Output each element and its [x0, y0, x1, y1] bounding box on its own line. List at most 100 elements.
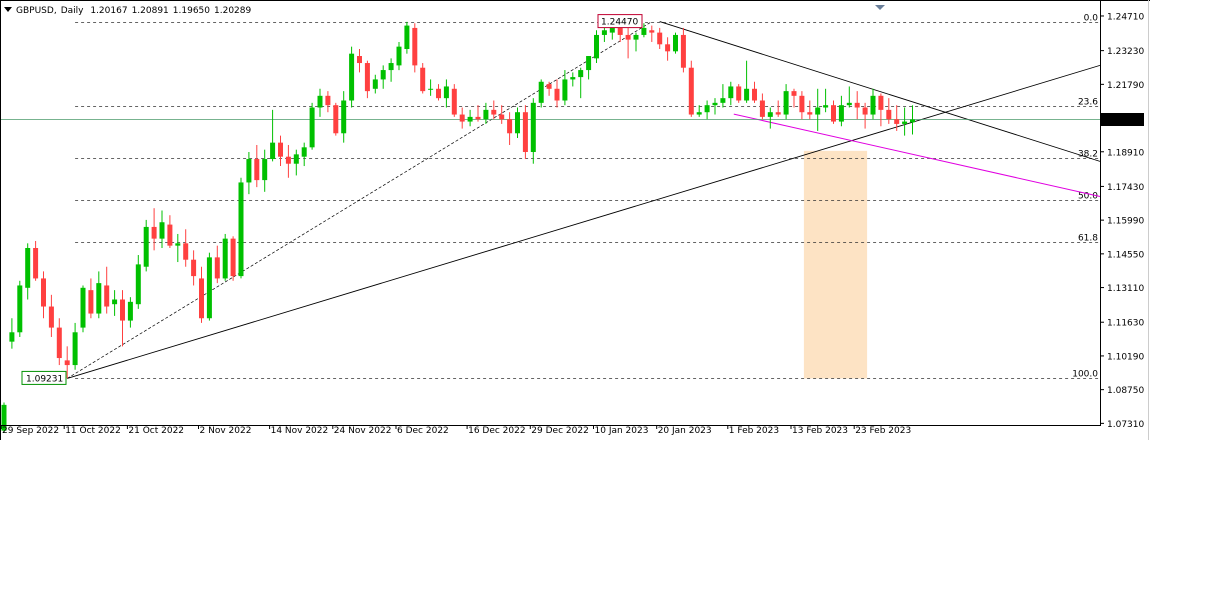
candle[interactable]: [799, 95, 805, 113]
candle[interactable]: [538, 81, 544, 103]
candle[interactable]: [562, 79, 568, 101]
candle[interactable]: [712, 102, 718, 106]
candle[interactable]: [293, 154, 299, 164]
candle[interactable]: [206, 257, 212, 319]
candle[interactable]: [744, 88, 750, 101]
candle[interactable]: [262, 159, 268, 181]
candle[interactable]: [325, 95, 331, 106]
candle[interactable]: [736, 86, 742, 101]
candle[interactable]: [720, 98, 726, 103]
candle[interactable]: [388, 63, 394, 71]
shift-marker-icon[interactable]: [875, 5, 885, 10]
candle[interactable]: [120, 299, 125, 321]
candle[interactable]: [191, 259, 197, 277]
candle[interactable]: [499, 114, 505, 120]
candle[interactable]: [515, 112, 520, 134]
candle[interactable]: [507, 119, 513, 134]
candle[interactable]: [862, 107, 868, 115]
candle[interactable]: [578, 70, 584, 78]
candle[interactable]: [167, 224, 173, 246]
dropdown-triangle-icon[interactable]: [4, 7, 12, 12]
candle[interactable]: [823, 105, 829, 108]
candle[interactable]: [428, 88, 434, 90]
candle[interactable]: [64, 360, 70, 366]
candle[interactable]: [317, 95, 323, 108]
candle[interactable]: [910, 119, 915, 123]
candle[interactable]: [285, 156, 291, 164]
candle[interactable]: [475, 116, 481, 120]
candle[interactable]: [72, 332, 78, 366]
candle[interactable]: [127, 301, 133, 321]
candle[interactable]: [278, 142, 283, 157]
candle[interactable]: [270, 142, 276, 160]
candle[interactable]: [404, 25, 410, 49]
candle[interactable]: [301, 147, 307, 157]
candle[interactable]: [886, 109, 892, 120]
candle[interactable]: [135, 264, 141, 305]
candle[interactable]: [230, 238, 236, 277]
candle[interactable]: [807, 112, 813, 115]
candle[interactable]: [96, 283, 102, 314]
candle[interactable]: [420, 67, 426, 92]
candle[interactable]: [143, 226, 149, 267]
chart-canvas[interactable]: 0.023.638.250.061.8100.0 1.247101.232301…: [0, 0, 1150, 440]
candle[interactable]: [791, 91, 797, 96]
candle[interactable]: [846, 102, 852, 106]
candle[interactable]: [48, 306, 54, 328]
downtrend-line[interactable]: [659, 21, 1101, 162]
candle[interactable]: [214, 257, 220, 279]
candle[interactable]: [88, 290, 94, 314]
candle[interactable]: [775, 112, 781, 115]
candle[interactable]: [467, 116, 473, 122]
candle[interactable]: [704, 105, 710, 113]
candle[interactable]: [752, 88, 757, 101]
candle[interactable]: [25, 248, 31, 288]
candle[interactable]: [238, 182, 244, 277]
candle[interactable]: [657, 32, 663, 45]
candle[interactable]: [483, 109, 489, 120]
candle[interactable]: [175, 243, 181, 246]
candle[interactable]: [459, 114, 465, 122]
candle[interactable]: [56, 327, 62, 359]
candle[interactable]: [443, 86, 449, 99]
fib-anchor-line[interactable]: [67, 21, 652, 379]
candle[interactable]: [364, 63, 370, 92]
candle[interactable]: [641, 27, 647, 35]
candle[interactable]: [783, 91, 789, 115]
candle[interactable]: [199, 278, 204, 319]
candle[interactable]: [436, 88, 441, 99]
candle[interactable]: [673, 34, 678, 52]
candle[interactable]: [412, 27, 418, 66]
support-line[interactable]: [733, 113, 1101, 197]
candle[interactable]: [33, 248, 39, 279]
candle[interactable]: [815, 107, 821, 115]
price-chart[interactable]: 0.0 23.6 38.2 50.0 61.8 100.0 1.24710 1.23230 1…: [0, 0, 1150, 440]
candle[interactable]: [522, 112, 528, 153]
candle[interactable]: [380, 70, 386, 80]
candle[interactable]: [341, 100, 347, 134]
candle[interactable]: [594, 34, 599, 59]
candle[interactable]: [530, 102, 536, 153]
candle[interactable]: [222, 238, 228, 279]
candle[interactable]: [396, 46, 402, 66]
candle[interactable]: [17, 285, 23, 333]
candle[interactable]: [688, 67, 694, 115]
candle[interactable]: [854, 102, 860, 108]
candle[interactable]: [902, 121, 908, 124]
candle[interactable]: [254, 159, 260, 181]
candle[interactable]: [728, 86, 734, 99]
candle[interactable]: [159, 222, 165, 239]
candle[interactable]: [696, 112, 702, 115]
candle[interactable]: [831, 105, 836, 122]
candle[interactable]: [151, 226, 157, 239]
candle[interactable]: [183, 243, 189, 260]
candle[interactable]: [759, 100, 765, 117]
candle[interactable]: [767, 112, 773, 117]
candle[interactable]: [665, 44, 671, 52]
candle[interactable]: [838, 105, 844, 122]
candle[interactable]: [491, 109, 497, 115]
candle[interactable]: [894, 119, 900, 124]
candle[interactable]: [9, 332, 15, 342]
candle[interactable]: [878, 95, 884, 110]
candle[interactable]: [649, 30, 655, 33]
